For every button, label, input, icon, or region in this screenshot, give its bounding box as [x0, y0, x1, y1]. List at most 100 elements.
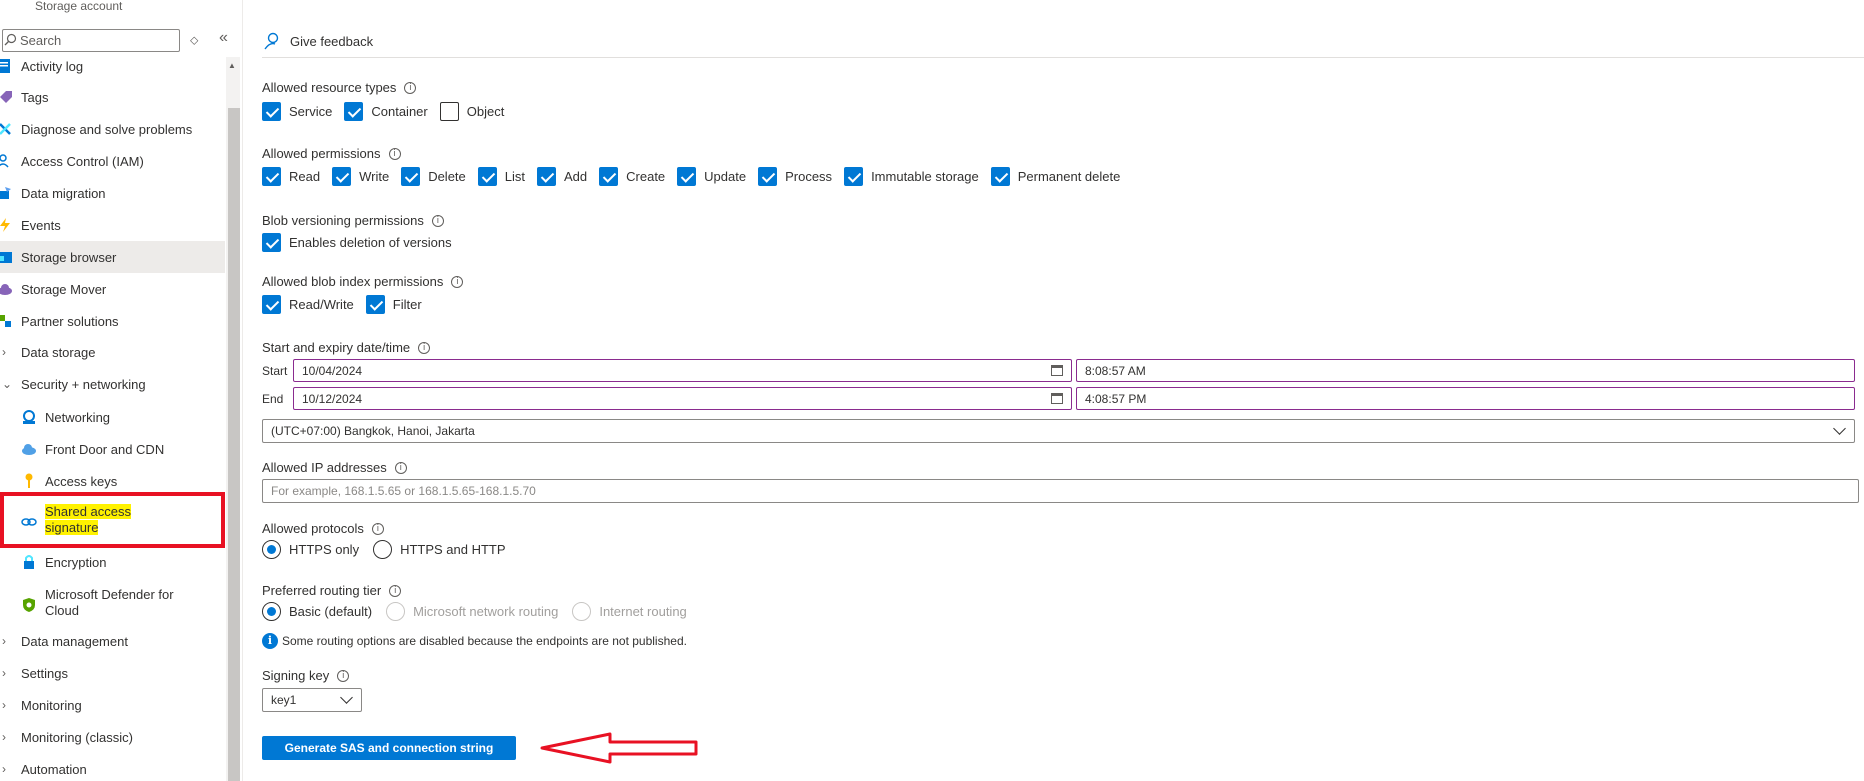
calendar-icon[interactable] [1051, 393, 1063, 404]
sidebar-item-data-migration[interactable]: Data migration [0, 177, 225, 209]
info-filled-icon: i [262, 633, 278, 649]
people-icon [0, 154, 9, 168]
sidebar-item-storage-mover[interactable]: Storage Mover [0, 273, 225, 305]
cloud-icon [0, 284, 12, 295]
sidebar-search-input[interactable]: Search [2, 29, 180, 52]
checkbox-process[interactable]: Process [758, 166, 832, 186]
resource-types-label: Allowed resource types i [262, 80, 417, 95]
blob-versioning-group: Enables deletion of versions [262, 232, 464, 252]
lock-icon [24, 555, 34, 569]
radio-https-and-http[interactable]: HTTPS and HTTP [373, 539, 506, 559]
blob-index-label: Allowed blob index permissions i [262, 274, 464, 289]
search-icon [4, 33, 17, 46]
scroll-up-icon[interactable]: ▲ [228, 61, 236, 70]
checkbox-immutable-storage[interactable]: Immutable storage [844, 166, 979, 186]
start-label: Start [262, 364, 288, 378]
ip-label: Allowed IP addresses i [262, 460, 407, 475]
key-icon [25, 473, 33, 488]
chevron-right-icon: › [2, 345, 6, 359]
permissions-label: Allowed permissions i [262, 146, 401, 161]
signing-key-dropdown[interactable]: key1 [262, 688, 362, 712]
collapse-sidebar-icon[interactable]: « [219, 29, 228, 47]
chevron-right-icon: › [2, 666, 6, 680]
end-time-input[interactable]: 4:08:57 PM [1076, 387, 1855, 410]
networking-icon [23, 410, 35, 424]
generate-sas-button[interactable]: Generate SAS and connection string [262, 736, 516, 760]
routing-label: Preferred routing tier i [262, 583, 402, 598]
sidebar-group-data-management[interactable]: › Data management [0, 625, 225, 657]
highlight-annotation-box [0, 492, 225, 548]
info-icon[interactable]: i [404, 81, 417, 94]
info-icon[interactable]: i [388, 147, 401, 160]
info-icon[interactable]: i [394, 461, 407, 474]
checkbox-filter[interactable]: Filter [365, 294, 422, 314]
start-date-input[interactable]: 10/04/2024 [293, 359, 1072, 382]
sidebar-scrollbar-thumb[interactable] [228, 108, 240, 781]
resource-subtitle: Storage account [35, 0, 123, 13]
sidebar-group-settings[interactable]: › Settings [0, 657, 225, 689]
info-icon[interactable]: i [371, 522, 384, 535]
timezone-dropdown[interactable]: (UTC+07:00) Bangkok, Hanoi, Jakarta [262, 419, 1855, 443]
resource-types-group: Service Container Object [262, 101, 516, 121]
sidebar-item-storage-browser[interactable]: Storage browser [0, 241, 225, 273]
checkbox-add[interactable]: Add [537, 166, 587, 186]
blob-index-group: Read/Write Filter [262, 294, 434, 314]
checkbox-create[interactable]: Create [599, 166, 665, 186]
info-icon[interactable]: i [389, 584, 402, 597]
checkbox-read-write[interactable]: Read/Write [262, 294, 354, 314]
red-arrow-annotation [540, 732, 698, 764]
sort-updown-icon[interactable]: ⬦ [190, 33, 198, 48]
sidebar-group-monitoring-classic[interactable]: › Monitoring (classic) [0, 721, 225, 753]
sidebar-item-tags[interactable]: Tags [0, 81, 225, 113]
checkbox-delete[interactable]: Delete [401, 166, 466, 186]
sidebar-group-monitoring[interactable]: › Monitoring [0, 689, 225, 721]
cdn-cloud-icon [22, 444, 36, 455]
lightning-icon [0, 218, 10, 232]
sidebar-item-iam[interactable]: Access Control (IAM) [0, 145, 225, 177]
sidebar-item-activity-log[interactable]: Activity log [0, 50, 225, 82]
search-placeholder: Search [20, 33, 62, 48]
tag-icon [0, 91, 12, 103]
sidebar-group-security-networking[interactable]: ⌄ Security + networking [0, 368, 225, 400]
sidebar-item-defender[interactable]: Microsoft Defender for Cloud [0, 584, 225, 624]
end-date-input[interactable]: 10/12/2024 [293, 387, 1072, 410]
sidebar-item-diagnose[interactable]: Diagnose and solve problems [0, 113, 225, 145]
sidebar-group-automation[interactable]: › Automation [0, 753, 225, 781]
routing-info-message: i Some routing options are disabled beca… [262, 633, 687, 649]
start-time-input[interactable]: 8:08:57 AM [1076, 359, 1855, 382]
checkbox-read[interactable]: Read [262, 166, 320, 186]
sidebar-item-encryption[interactable]: Encryption [0, 546, 225, 578]
sidebar-item-networking[interactable]: Networking [0, 401, 225, 433]
wrench-icon [0, 123, 11, 135]
feedback-icon [264, 32, 279, 50]
radio-basic-default[interactable]: Basic (default) [262, 601, 372, 621]
checkbox-service[interactable]: Service [262, 101, 332, 121]
sidebar: Storage account Search ⬦ « Activity log … [0, 0, 240, 781]
checkbox-permanent-delete[interactable]: Permanent delete [990, 166, 1120, 186]
checkbox-container[interactable]: Container [344, 101, 428, 121]
checkbox-object[interactable]: Object [439, 101, 504, 121]
checkbox-enables-deletion-of-versions[interactable]: Enables deletion of versions [262, 232, 452, 252]
shield-icon [23, 598, 35, 612]
activity-log-icon [0, 59, 10, 73]
checkbox-write[interactable]: Write [332, 166, 389, 186]
sidebar-group-data-storage[interactable]: › Data storage [0, 336, 225, 368]
ip-address-input[interactable]: For example, 168.1.5.65 or 168.1.5.65-16… [262, 479, 1859, 503]
pane-divider [242, 0, 243, 781]
protocols-group: HTTPS only HTTPS and HTTP [262, 539, 520, 559]
checkbox-update[interactable]: Update [677, 166, 746, 186]
calendar-icon[interactable] [1051, 365, 1063, 376]
sidebar-item-partner-solutions[interactable]: Partner solutions [0, 305, 225, 337]
sidebar-item-front-door[interactable]: Front Door and CDN [0, 433, 225, 465]
sidebar-item-events[interactable]: Events [0, 209, 225, 241]
info-icon[interactable]: i [418, 341, 431, 354]
info-icon[interactable]: i [337, 669, 350, 682]
signing-key-label: Signing key i [262, 668, 350, 683]
give-feedback-button[interactable]: Give feedback [262, 28, 373, 54]
chevron-right-icon: › [2, 634, 6, 648]
info-icon[interactable]: i [431, 214, 444, 227]
radio-https-only[interactable]: HTTPS only [262, 539, 359, 559]
partner-icon [0, 315, 11, 327]
checkbox-list[interactable]: List [477, 166, 525, 186]
info-icon[interactable]: i [451, 275, 464, 288]
